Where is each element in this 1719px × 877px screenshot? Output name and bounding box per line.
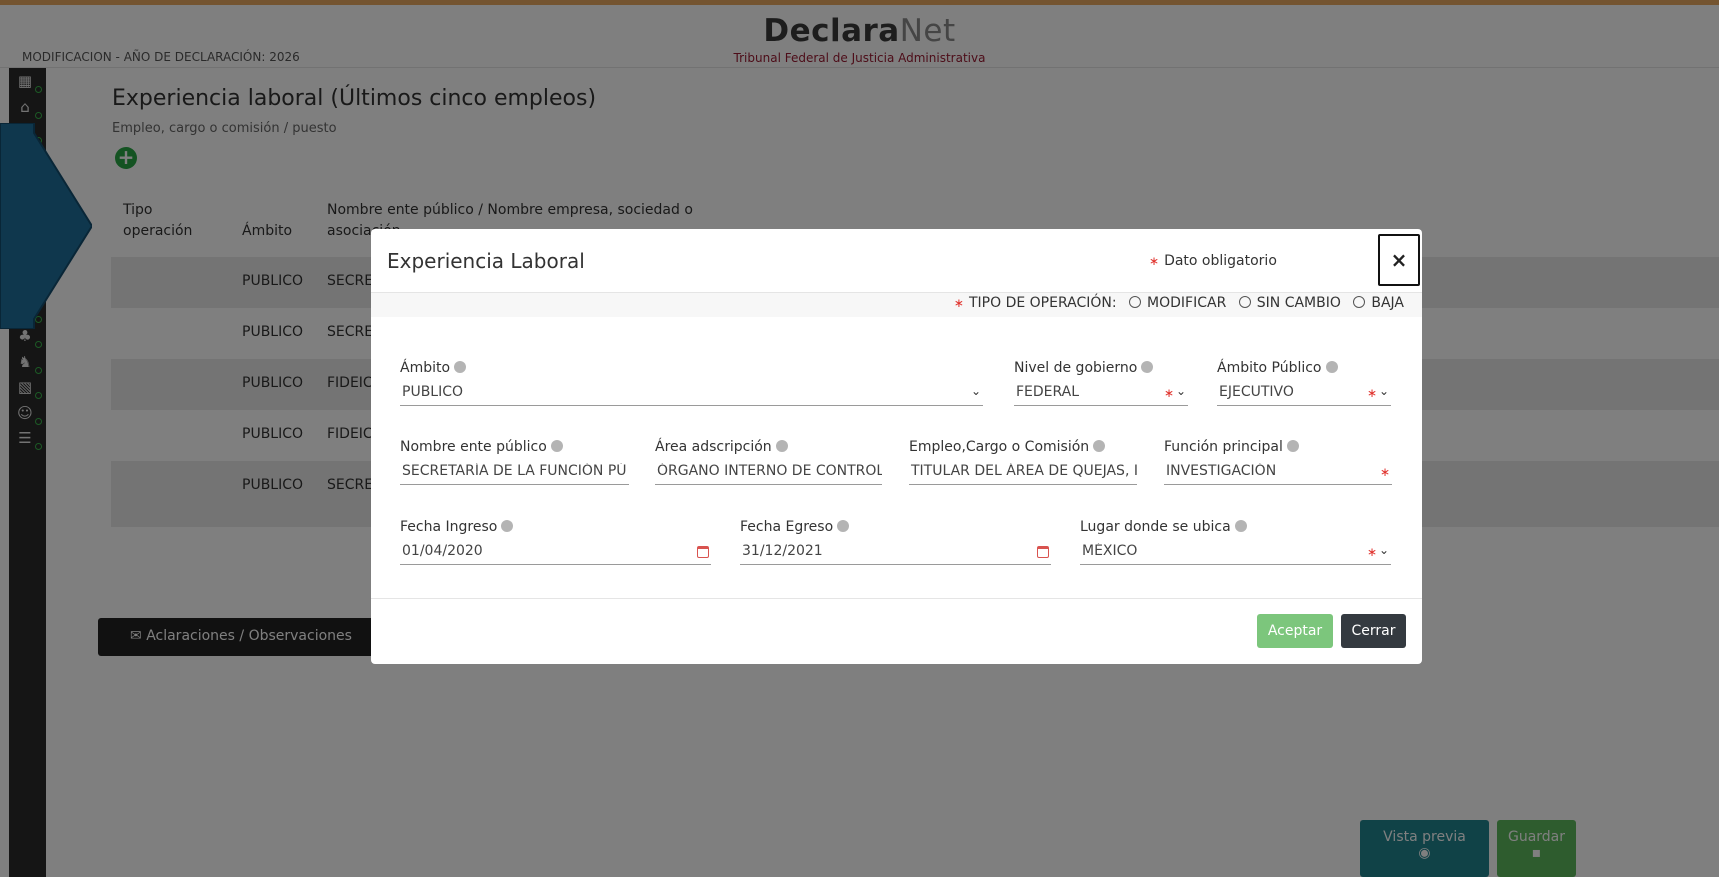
funcion-principal-input[interactable]: INVESTIGACIÓN ∗: [1164, 463, 1392, 485]
nombre-ente-field: Nombre ente público SECRETARÍA DE LA FUN…: [400, 439, 629, 485]
info-icon: [775, 440, 788, 452]
required-asterisk-icon: ∗: [953, 296, 964, 310]
required-note-label: Dato obligatorio: [1164, 253, 1277, 269]
info-icon: [1234, 520, 1247, 532]
nombre-ente-input[interactable]: SECRETARÍA DE LA FUNCIÓN PÚ: [400, 463, 629, 485]
modal-footer-divider: [371, 598, 1422, 599]
fecha-egreso-label: Fecha Egreso: [740, 519, 834, 535]
experience-modal: Experiencia Laboral ∗ Dato obligatorio × …: [371, 229, 1422, 664]
close-button[interactable]: Cerrar: [1341, 614, 1406, 648]
lugar-field: Lugar donde se ubica MÉXICO ∗ ⌄: [1080, 519, 1391, 565]
accept-button[interactable]: Aceptar: [1257, 614, 1333, 648]
required-asterisk-icon: ∗: [1163, 386, 1174, 400]
nivel-gobierno-field: Nivel de gobierno FEDERAL ∗ ⌄: [1014, 360, 1188, 406]
nombre-ente-label: Nombre ente público: [400, 439, 547, 455]
info-icon: [454, 361, 467, 373]
required-asterisk-icon: ∗: [1366, 545, 1377, 559]
info-icon: [550, 440, 563, 452]
area-adscripcion-label: Área adscripción: [655, 439, 772, 455]
ambito-select[interactable]: PUBLICO ⌄: [400, 384, 983, 406]
lugar-label: Lugar donde se ubica: [1080, 519, 1231, 535]
info-icon: [837, 520, 850, 532]
ambito-publico-label: Ámbito Público: [1217, 360, 1322, 376]
required-note: ∗ Dato obligatorio: [1149, 253, 1277, 269]
info-icon: [1286, 440, 1299, 452]
fecha-ingreso-input[interactable]: 01/04/2020: [400, 543, 711, 565]
close-icon[interactable]: ×: [1378, 234, 1420, 286]
calendar-icon[interactable]: [697, 546, 709, 558]
ambito-label: Ámbito: [400, 360, 451, 376]
empleo-cargo-label: Empleo,Cargo o Comisión: [909, 439, 1090, 455]
lugar-select[interactable]: MÉXICO ∗ ⌄: [1080, 543, 1391, 565]
fecha-egreso-input[interactable]: 31/12/2021: [740, 543, 1051, 565]
radio-label-sin-cambio: SIN CAMBIO: [1256, 295, 1341, 311]
chevron-down-icon: ⌄: [1378, 543, 1389, 557]
calendar-icon[interactable]: [1037, 546, 1049, 558]
info-icon: [1325, 361, 1338, 373]
ambito-publico-select[interactable]: EJECUTIVO ∗ ⌄: [1217, 384, 1391, 406]
empleo-cargo-field: Empleo,Cargo o Comisión TITULAR DEL ÁREA…: [909, 439, 1137, 485]
nivel-gobierno-label: Nivel de gobierno: [1014, 360, 1138, 376]
operation-type-bar: ∗ TIPO DE OPERACIÓN: MODIFICAR SIN CAMBIO…: [371, 293, 1422, 317]
radio-label-baja: BAJA: [1371, 295, 1404, 311]
ambito-publico-field: Ámbito Público EJECUTIVO ∗ ⌄: [1217, 360, 1391, 406]
chevron-down-icon: ⌄: [1378, 384, 1389, 398]
info-icon: [1141, 361, 1154, 373]
fecha-ingreso-label: Fecha Ingreso: [400, 519, 498, 535]
required-asterisk-icon: ∗: [1366, 386, 1377, 400]
chevron-down-icon: ⌄: [970, 384, 981, 398]
modal-title: Experiencia Laboral: [387, 249, 585, 273]
operation-type-label: TIPO DE OPERACIÓN:: [968, 295, 1117, 311]
funcion-principal-field: Función principal INVESTIGACIÓN ∗: [1164, 439, 1392, 485]
modal-header: Experiencia Laboral ∗ Dato obligatorio ×: [371, 229, 1422, 293]
radio-modificar[interactable]: [1129, 296, 1142, 308]
empleo-cargo-input[interactable]: TITULAR DEL ÁREA DE QUEJAS, I: [909, 463, 1137, 485]
area-adscripcion-field: Área adscripción ÓRGANO INTERNO DE CONTR…: [655, 439, 882, 485]
radio-baja[interactable]: [1353, 296, 1366, 308]
required-asterisk-icon: ∗: [1149, 254, 1160, 268]
required-asterisk-icon: ∗: [1379, 465, 1390, 479]
fecha-egreso-field: Fecha Egreso 31/12/2021: [740, 519, 1051, 565]
area-adscripcion-input[interactable]: ÓRGANO INTERNO DE CONTROL: [655, 463, 882, 485]
funcion-principal-label: Función principal: [1164, 439, 1283, 455]
ambito-field: Ámbito PUBLICO ⌄: [400, 360, 983, 406]
radio-sin-cambio[interactable]: [1238, 296, 1251, 308]
radio-label-modificar: MODIFICAR: [1147, 295, 1227, 311]
info-icon: [1093, 440, 1106, 452]
operation-type-group: ∗ TIPO DE OPERACIÓN: MODIFICAR SIN CAMBIO…: [954, 295, 1404, 311]
fecha-ingreso-field: Fecha Ingreso 01/04/2020: [400, 519, 711, 565]
chevron-down-icon: ⌄: [1175, 384, 1186, 398]
info-icon: [501, 520, 514, 532]
nivel-gobierno-select[interactable]: FEDERAL ∗ ⌄: [1014, 384, 1188, 406]
